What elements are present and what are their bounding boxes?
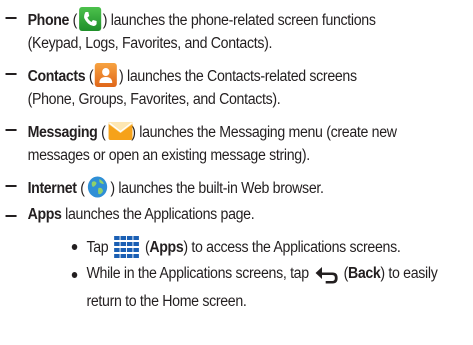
item-messaging-name: Messaging bbox=[27, 124, 98, 141]
document-page: Phone ( ) launches the phone-related scr… bbox=[0, 0, 438, 345]
dash-bullet bbox=[5, 73, 17, 75]
item-phone-line2: (Keypad, Logs, Favorites, and Contacts). bbox=[27, 35, 273, 52]
dash-bullet bbox=[5, 185, 17, 187]
dash-bullet bbox=[5, 215, 17, 217]
back-arrow-icon bbox=[314, 266, 338, 290]
phone-icon bbox=[78, 7, 101, 31]
round-bullet bbox=[71, 272, 78, 278]
item-phone: Phone ( ) launches the phone-related scr… bbox=[28, 7, 376, 31]
item-contacts-name: Contacts bbox=[27, 68, 86, 85]
apps-grid-icon bbox=[113, 236, 140, 264]
messaging-icon bbox=[107, 119, 133, 143]
subitem-back-line2: return to the Home screen. bbox=[86, 293, 247, 310]
item-contacts: Contacts ( ) launches the Contacts-relat… bbox=[28, 63, 357, 87]
item-contacts-line2: (Phone, Groups, Favorites, and Contacts)… bbox=[27, 91, 281, 108]
subitem-back: While in the Applications screens, tap (… bbox=[86, 264, 438, 290]
dash-bullet bbox=[5, 17, 17, 19]
dash-bullet bbox=[5, 129, 17, 131]
item-apps: Apps launches the Applications page. bbox=[27, 206, 255, 223]
round-bullet bbox=[71, 244, 78, 250]
subitem-apps: Tap (Apps) to access the Applications sc… bbox=[86, 236, 401, 264]
item-phone-name: Phone bbox=[27, 12, 70, 29]
item-messaging: Messaging ( ) launches the Messaging men… bbox=[28, 119, 397, 143]
item-apps-name: Apps bbox=[27, 206, 62, 223]
item-messaging-line2: messages or open an existing message str… bbox=[27, 147, 311, 164]
item-internet: Internet ( ) launches the built-in Web b… bbox=[28, 175, 324, 205]
contacts-icon bbox=[95, 63, 118, 87]
internet-icon bbox=[86, 175, 108, 205]
item-internet-name: Internet bbox=[27, 180, 77, 197]
